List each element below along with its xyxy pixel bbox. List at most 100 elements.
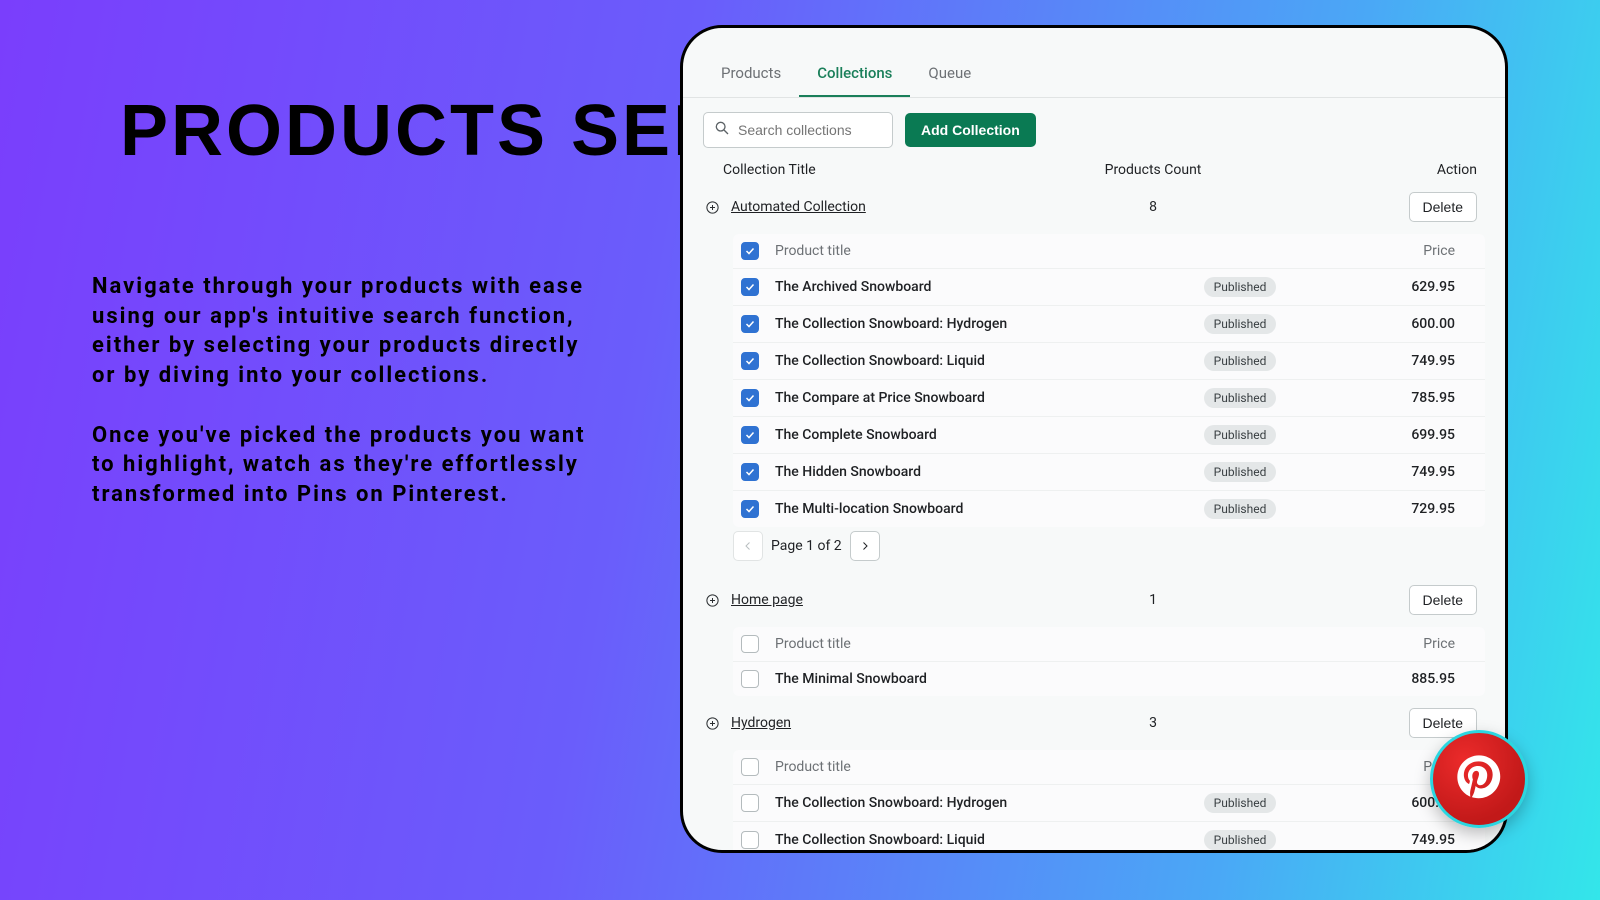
- status-badge: Published: [1204, 425, 1277, 445]
- status-badge: Published: [1204, 277, 1277, 297]
- pinterest-icon: [1453, 751, 1505, 807]
- page-label: Page 1 of 2: [771, 538, 842, 554]
- products-table: Product title Price The Archived Snowboard…: [733, 234, 1485, 527]
- search-input[interactable]: [738, 122, 882, 138]
- product-title: The Hidden Snowboard: [775, 464, 1175, 481]
- collection-group: Hydrogen3DeleteProduct titlePriceThe Col…: [683, 704, 1505, 853]
- product-row: The Archived Snowboard Published 629.95: [733, 268, 1485, 305]
- collection-count: 1: [1083, 592, 1223, 608]
- collection-title[interactable]: Home page: [731, 592, 1073, 608]
- status-badge: Published: [1204, 351, 1277, 371]
- status-badge: Published: [1204, 499, 1277, 519]
- collection-title[interactable]: Hydrogen: [731, 715, 1073, 731]
- product-title: The Collection Snowboard: Liquid: [775, 832, 1175, 849]
- product-title-header: Product title: [775, 243, 1175, 260]
- product-title: The Collection Snowboard: Hydrogen: [775, 795, 1175, 812]
- product-checkbox[interactable]: [741, 794, 759, 812]
- select-all-checkbox[interactable]: [741, 758, 759, 776]
- products-table-header: Product title Price: [733, 234, 1485, 268]
- collections-panel: Products Collections Queue Add Collectio…: [680, 25, 1508, 853]
- product-title: The Multi-location Snowboard: [775, 501, 1175, 518]
- products-table: Product titlePriceThe Collection Snowboa…: [733, 750, 1485, 853]
- status-badge: Published: [1204, 793, 1277, 813]
- product-price: 729.95: [1305, 501, 1477, 517]
- status-badge: Published: [1204, 388, 1277, 408]
- tab-queue[interactable]: Queue: [910, 50, 989, 97]
- products-table-header: Product titlePrice: [733, 750, 1485, 784]
- product-checkbox[interactable]: [741, 426, 759, 444]
- page-prev-button[interactable]: [733, 531, 763, 561]
- product-row: The Minimal Snowboard 885.95: [733, 661, 1485, 696]
- product-price: 629.95: [1305, 279, 1477, 295]
- page-next-button[interactable]: [850, 531, 880, 561]
- product-price-header: Price: [1305, 636, 1477, 652]
- products-table-header: Product title Price: [733, 627, 1485, 661]
- search-icon: [714, 120, 730, 140]
- product-title: The Collection Snowboard: Hydrogen: [775, 316, 1175, 333]
- col-title-header: Collection Title: [723, 162, 1083, 178]
- tab-bar: Products Collections Queue: [683, 50, 1505, 98]
- product-checkbox[interactable]: [741, 315, 759, 333]
- product-row: The Hidden Snowboard Published 749.95: [733, 453, 1485, 490]
- select-all-checkbox[interactable]: [741, 635, 759, 653]
- product-row: The Complete Snowboard Published 699.95: [733, 416, 1485, 453]
- expand-icon[interactable]: [703, 714, 721, 732]
- tab-products[interactable]: Products: [703, 50, 799, 97]
- product-checkbox[interactable]: [741, 670, 759, 688]
- add-collection-button[interactable]: Add Collection: [905, 113, 1036, 147]
- collection-title[interactable]: Automated Collection: [731, 199, 1073, 215]
- product-row: The Collection Snowboard: Hydrogen Publis…: [733, 784, 1485, 821]
- product-checkbox[interactable]: [741, 278, 759, 296]
- toolbar: Add Collection: [683, 98, 1505, 158]
- product-checkbox[interactable]: [741, 352, 759, 370]
- expand-icon[interactable]: [703, 591, 721, 609]
- intro-paragraph-2: Once you've picked the products you want…: [92, 421, 592, 510]
- product-title: The Compare at Price Snowboard: [775, 390, 1175, 407]
- product-price: 699.95: [1305, 427, 1477, 443]
- delete-button[interactable]: Delete: [1409, 192, 1477, 222]
- tab-collections[interactable]: Collections: [799, 50, 910, 97]
- product-price: 749.95: [1305, 464, 1477, 480]
- expand-icon[interactable]: [703, 198, 721, 216]
- product-title-header: Product title: [775, 759, 1175, 776]
- product-row: The Collection Snowboard: Liquid Publishe…: [733, 342, 1485, 379]
- select-all-checkbox[interactable]: [741, 242, 759, 260]
- product-price: 749.95: [1305, 353, 1477, 369]
- pinterest-fab[interactable]: [1430, 730, 1528, 828]
- collection-count: 8: [1083, 199, 1223, 215]
- collection-count: 3: [1083, 715, 1223, 731]
- product-title: The Archived Snowboard: [775, 279, 1175, 296]
- product-title: The Complete Snowboard: [775, 427, 1175, 444]
- collection-group: Automated Collection 8 Delete Product title…: [683, 188, 1505, 581]
- product-price-header: Price: [1305, 243, 1477, 259]
- status-badge: Published: [1204, 314, 1277, 334]
- product-title-header: Product title: [775, 636, 1175, 653]
- intro-paragraph-1: Navigate through your products with ease…: [92, 272, 592, 391]
- product-price: 749.95: [1305, 832, 1477, 848]
- product-row: The Multi-location Snowboard Published 729…: [733, 490, 1485, 527]
- product-price: 600.00: [1305, 316, 1477, 332]
- collection-row: Home page 1 Delete: [703, 581, 1485, 621]
- collections-table-header: Collection Title Products Count Action: [683, 158, 1505, 188]
- product-row: The Collection Snowboard: Hydrogen Publis…: [733, 305, 1485, 342]
- product-checkbox[interactable]: [741, 500, 759, 518]
- collection-group: Home page 1 Delete Product title Price The Mi…: [683, 581, 1505, 704]
- intro-text: Navigate through your products with ease…: [92, 272, 592, 540]
- col-action-header: Action: [1223, 162, 1477, 178]
- product-row: The Compare at Price Snowboard Published 7…: [733, 379, 1485, 416]
- product-checkbox[interactable]: [741, 831, 759, 849]
- product-price: 885.95: [1305, 671, 1477, 687]
- products-table: Product title Price The Minimal Snowboard 8…: [733, 627, 1485, 696]
- collection-row: Hydrogen3Delete: [703, 704, 1485, 744]
- collection-row: Automated Collection 8 Delete: [703, 188, 1485, 228]
- product-title: The Collection Snowboard: Liquid: [775, 353, 1175, 370]
- product-title: The Minimal Snowboard: [775, 671, 1175, 688]
- status-badge: Published: [1204, 462, 1277, 482]
- status-badge: Published: [1204, 830, 1277, 850]
- product-checkbox[interactable]: [741, 463, 759, 481]
- product-price: 785.95: [1305, 390, 1477, 406]
- product-row: The Collection Snowboard: Liquid Publishe…: [733, 821, 1485, 853]
- delete-button[interactable]: Delete: [1409, 585, 1477, 615]
- search-box[interactable]: [703, 112, 893, 148]
- product-checkbox[interactable]: [741, 389, 759, 407]
